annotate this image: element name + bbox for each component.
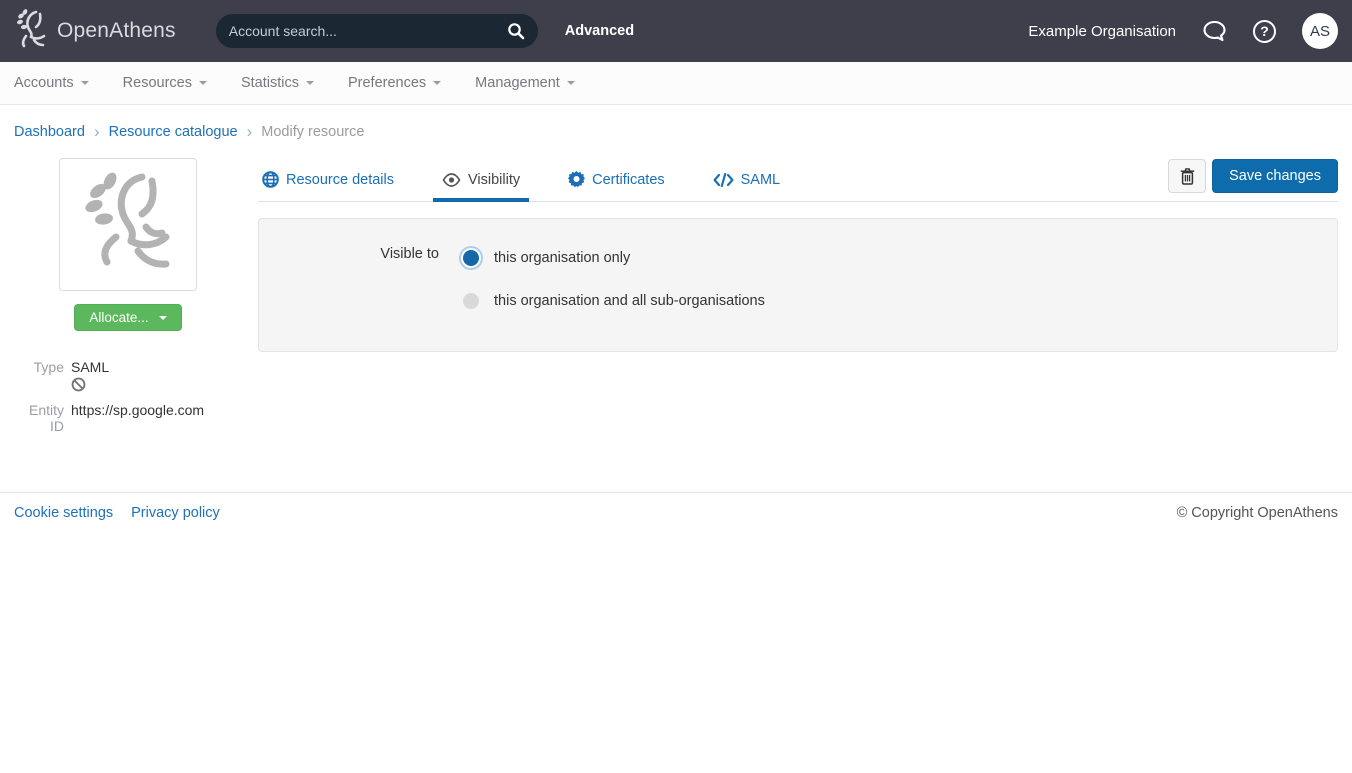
certificate-icon xyxy=(568,171,585,188)
chevron-down-icon xyxy=(433,81,441,85)
visibility-panel: Visible to this organisation only this o… xyxy=(258,218,1338,352)
help-icon xyxy=(1253,20,1276,43)
tab-label: Resource details xyxy=(286,172,394,188)
type-label: Type xyxy=(14,359,64,375)
chat-bubble-icon xyxy=(1202,19,1227,43)
save-changes-button[interactable]: Save changes xyxy=(1212,159,1338,193)
footer: Cookie settings Privacy policy © Copyrig… xyxy=(0,492,1352,533)
nav-label: Statistics xyxy=(241,75,299,91)
tab-certificates[interactable]: Certificates xyxy=(566,158,667,201)
resource-editor: Resource details Visibility xyxy=(258,158,1338,352)
globe-icon xyxy=(262,171,279,188)
tab-label: Certificates xyxy=(592,172,665,188)
nav-management[interactable]: Management xyxy=(475,75,575,91)
breadcrumb: Dashboard Resource catalogue Modify reso… xyxy=(0,105,1352,152)
type-row: Type SAML xyxy=(14,359,258,375)
option-label: this organisation and all sub-organisati… xyxy=(494,293,765,309)
organisation-name: Example Organisation xyxy=(1028,23,1176,40)
allocate-label: Allocate... xyxy=(89,310,148,325)
avatar[interactable]: AS xyxy=(1302,13,1338,49)
tab-visibility[interactable]: Visibility xyxy=(440,159,522,201)
resource-meta: Type SAML Entity ID https://sp.google.co… xyxy=(14,359,258,434)
search-input[interactable] xyxy=(229,23,507,39)
visible-to-label: Visible to xyxy=(259,246,439,262)
entity-id-value: https://sp.google.com xyxy=(71,402,204,434)
tab-resource-details[interactable]: Resource details xyxy=(260,158,396,201)
allocate-button[interactable]: Allocate... xyxy=(74,304,181,331)
resource-image-placeholder xyxy=(59,158,197,291)
chevron-down-icon xyxy=(306,81,314,85)
breadcrumb-separator-icon xyxy=(85,122,109,142)
avatar-initials: AS xyxy=(1310,23,1330,40)
tab-bar: Resource details Visibility xyxy=(258,158,1338,202)
nav-accounts[interactable]: Accounts xyxy=(14,75,89,91)
advanced-search-link[interactable]: Advanced xyxy=(565,23,634,39)
option-this-organisation-only[interactable]: this organisation only xyxy=(461,246,765,270)
account-search[interactable] xyxy=(216,14,538,48)
trash-icon xyxy=(1180,168,1195,185)
tab-saml[interactable]: SAML xyxy=(711,159,783,201)
chat-button[interactable] xyxy=(1202,19,1227,43)
search-icon[interactable] xyxy=(507,22,525,40)
brand-name: OpenAthens xyxy=(57,19,176,43)
radio-disabled-icon[interactable] xyxy=(463,293,479,309)
visibility-options: this organisation only this organisation… xyxy=(461,246,765,332)
code-icon xyxy=(713,173,734,187)
eye-icon xyxy=(442,173,461,187)
nav-label: Resources xyxy=(123,75,192,91)
nav-statistics[interactable]: Statistics xyxy=(241,75,314,91)
delete-button[interactable] xyxy=(1168,159,1206,193)
option-label: this organisation only xyxy=(494,250,630,266)
entity-id-row: Entity ID https://sp.google.com xyxy=(14,402,258,434)
main-content: Allocate... Type SAML Entity ID xyxy=(0,152,1352,436)
page: OpenAthens Advanced Example Organisation xyxy=(0,0,1352,773)
breadcrumb-separator-icon xyxy=(238,122,262,142)
copyright-text: © Copyright OpenAthens xyxy=(1177,505,1338,521)
breadcrumb-resource-catalogue[interactable]: Resource catalogue xyxy=(109,124,238,140)
privacy-policy-link[interactable]: Privacy policy xyxy=(131,505,220,521)
chevron-down-icon xyxy=(199,81,207,85)
main-nav: Accounts Resources Statistics Preference… xyxy=(0,62,1352,105)
brand-logo[interactable]: OpenAthens xyxy=(14,8,176,54)
breadcrumb-current: Modify resource xyxy=(261,124,364,140)
help-button[interactable] xyxy=(1253,20,1276,43)
option-all-sub-organisations[interactable]: this organisation and all sub-organisati… xyxy=(461,289,765,313)
tab-label: Visibility xyxy=(468,172,520,188)
tab-actions: Save changes xyxy=(1168,159,1338,200)
nav-resources[interactable]: Resources xyxy=(123,75,207,91)
breadcrumb-dashboard[interactable]: Dashboard xyxy=(14,124,85,140)
nav-label: Management xyxy=(475,75,560,91)
openathens-logo-icon xyxy=(14,8,50,54)
chevron-down-icon xyxy=(159,316,167,320)
type-value: SAML xyxy=(71,359,109,375)
tab-label: SAML xyxy=(741,172,781,188)
chevron-down-icon xyxy=(81,81,89,85)
no-logo-icon xyxy=(71,377,258,396)
athena-placeholder-icon xyxy=(76,169,180,281)
nav-preferences[interactable]: Preferences xyxy=(348,75,441,91)
nav-label: Preferences xyxy=(348,75,426,91)
cookie-settings-link[interactable]: Cookie settings xyxy=(14,505,113,521)
chevron-down-icon xyxy=(567,81,575,85)
nav-label: Accounts xyxy=(14,75,74,91)
radio-selected-icon[interactable] xyxy=(463,250,479,266)
entity-id-label: Entity ID xyxy=(14,402,64,434)
resource-summary: Allocate... Type SAML Entity ID xyxy=(14,158,258,436)
top-bar: OpenAthens Advanced Example Organisation xyxy=(0,0,1352,62)
